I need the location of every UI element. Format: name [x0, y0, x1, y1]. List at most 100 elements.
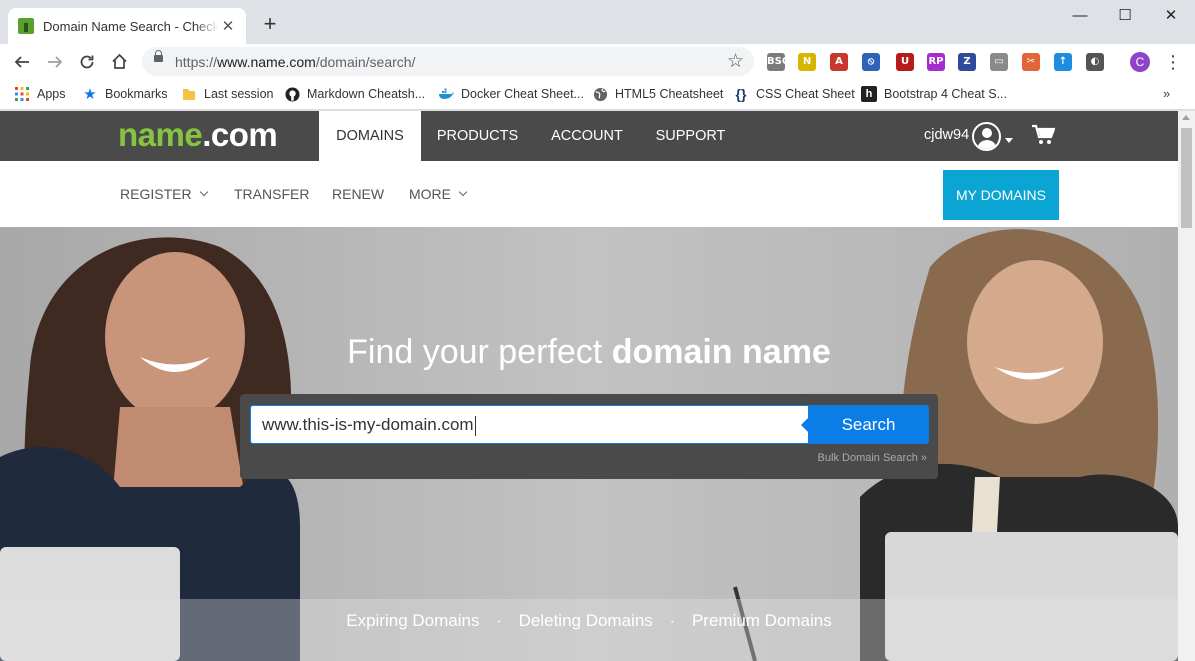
extension-icon[interactable]: ↑: [1054, 53, 1072, 71]
bookmark-bookmarks[interactable]: ★ Bookmarks: [82, 84, 168, 104]
hero-title: Find your perfect domain name: [347, 333, 831, 371]
docker-icon: [438, 86, 454, 102]
extension-icon[interactable]: ▭: [990, 53, 1008, 71]
globe-icon: [592, 86, 608, 102]
back-button[interactable]: [10, 50, 34, 74]
home-button[interactable]: [107, 50, 131, 74]
scrollbar-thumb[interactable]: [1181, 128, 1192, 228]
reload-button[interactable]: [75, 50, 99, 74]
bookmark-docker-cheat-sheet[interactable]: Docker Cheat Sheet...: [438, 84, 584, 104]
bookmark-css-cheat-sheet[interactable]: {} CSS Cheat Sheet: [733, 84, 855, 104]
my-domains-button[interactable]: MY DOMAINS: [943, 170, 1059, 220]
subnav-more[interactable]: MORE: [409, 186, 468, 202]
bookmarks-bar: Apps ★ Bookmarks Last session Markdown C…: [0, 80, 1195, 110]
bookmark-bootstrap-cheat-sheet[interactable]: h Bootstrap 4 Cheat S...: [861, 84, 1007, 104]
extension-icon[interactable]: N: [798, 53, 816, 71]
user-avatar-icon[interactable]: [972, 122, 1001, 151]
nav-domains[interactable]: DOMAINS: [319, 111, 421, 161]
page-scrollbar[interactable]: [1178, 111, 1195, 661]
name-com-favicon-icon: [18, 18, 34, 34]
address-bar[interactable]: https://www.name.com/domain/search/ ☆: [142, 47, 754, 76]
back-arrow-icon: [14, 56, 29, 68]
bookmark-label: Bookmarks: [105, 87, 168, 101]
bookmark-label: Docker Cheat Sheet...: [461, 87, 584, 101]
star-icon: ★: [83, 86, 97, 103]
bookmark-label: Last session: [204, 87, 274, 101]
bookmark-last-session[interactable]: Last session: [181, 84, 273, 104]
h-icon: h: [861, 86, 877, 102]
home-icon: [111, 53, 127, 69]
site-top-nav: name.com DOMAINS PRODUCTS ACCOUNT SUPPOR…: [0, 111, 1178, 161]
domain-list-links: Expiring Domains · Deleting Domains · Pr…: [0, 611, 1178, 631]
forward-button[interactable]: [43, 50, 67, 74]
extension-icon[interactable]: ◐: [1086, 53, 1104, 71]
username[interactable]: cjdw94: [924, 127, 969, 143]
apps-grid-icon: [14, 86, 30, 102]
lock-icon: [154, 50, 163, 62]
extension-icon[interactable]: RP: [927, 53, 945, 71]
text-cursor: [474, 415, 476, 436]
chrome-menu-icon[interactable]: ⋮: [1164, 50, 1182, 74]
name-com-logo[interactable]: name.com: [118, 116, 278, 154]
nav-products[interactable]: PRODUCTS: [421, 111, 534, 161]
premium-domains-link[interactable]: Premium Domains: [692, 611, 832, 630]
nav-support[interactable]: SUPPORT: [640, 111, 741, 161]
chevron-down-icon: [199, 187, 208, 197]
domains-sub-nav: REGISTER TRANSFER RENEW MORE MY DOMAINS: [0, 161, 1178, 227]
tab-title: Domain Name Search - Check Do: [43, 18, 219, 34]
github-icon: [284, 86, 300, 102]
deleting-domains-link[interactable]: Deleting Domains: [519, 611, 653, 630]
nav-account[interactable]: ACCOUNT: [534, 111, 640, 161]
browser-tab[interactable]: Domain Name Search - Check Do ✕: [8, 8, 246, 44]
tab-strip: Domain Name Search - Check Do ✕ + — ☐ ✕: [0, 0, 1195, 44]
domain-search-input[interactable]: www.this-is-my-domain.com: [250, 405, 810, 444]
bookmark-label: Apps: [37, 87, 66, 101]
extension-icon[interactable]: ✂: [1022, 53, 1040, 71]
bulk-domain-search-link[interactable]: Bulk Domain Search »: [818, 452, 927, 464]
subnav-more-label: MORE: [409, 186, 451, 202]
cart-icon[interactable]: [1031, 124, 1055, 146]
separator-dot: ·: [669, 611, 676, 630]
forward-arrow-icon: [48, 56, 63, 68]
extension-icon[interactable]: A: [830, 53, 848, 71]
subnav-transfer[interactable]: TRANSFER: [234, 186, 309, 202]
bookmark-apps[interactable]: Apps: [14, 84, 66, 104]
maximize-button[interactable]: ☐: [1102, 4, 1148, 28]
reload-icon: [80, 55, 94, 69]
minimize-button[interactable]: —: [1057, 4, 1103, 28]
domain-search-panel: www.this-is-my-domain.com Search Bulk Do…: [240, 394, 938, 479]
more-bookmarks-icon[interactable]: »: [1163, 86, 1170, 101]
chevron-down-icon: [458, 187, 468, 197]
close-window-button[interactable]: ✕: [1148, 4, 1194, 28]
subnav-transfer-label: TRANSFER: [234, 186, 310, 202]
bookmark-label: HTML5 Cheatsheet: [615, 87, 724, 101]
bookmark-markdown-cheatsheet[interactable]: Markdown Cheatsh...: [284, 84, 425, 104]
folder-icon: [181, 86, 197, 102]
extension-icon[interactable]: Z: [958, 53, 976, 71]
extension-icon[interactable]: ⦸: [862, 53, 880, 71]
account-caret-icon[interactable]: [1005, 138, 1013, 143]
browser-toolbar: https://www.name.com/domain/search/ ☆ BS…: [0, 44, 1195, 80]
separator-dot: ·: [496, 611, 502, 630]
bookmark-label: CSS Cheat Sheet: [756, 87, 855, 101]
new-tab-button[interactable]: +: [260, 12, 280, 36]
subnav-renew-label: RENEW: [332, 186, 385, 202]
expiring-domains-link[interactable]: Expiring Domains: [346, 611, 479, 630]
subnav-register[interactable]: REGISTER: [120, 186, 208, 202]
hero-banner: Find your perfect domain name www.this-i…: [0, 227, 1178, 661]
url-text: https://www.name.com/domain/search/: [175, 54, 416, 70]
bookmark-label: Bootstrap 4 Cheat S...: [884, 87, 1007, 101]
bookmark-html5-cheatsheet[interactable]: HTML5 Cheatsheet: [592, 84, 723, 104]
scroll-up-icon[interactable]: [1182, 115, 1190, 120]
search-button[interactable]: Search: [801, 405, 929, 444]
bookmark-label: Markdown Cheatsh...: [307, 87, 426, 101]
extension-icon[interactable]: U: [896, 53, 914, 71]
subnav-renew[interactable]: RENEW: [332, 186, 384, 202]
tab-close-icon[interactable]: ✕: [220, 17, 236, 35]
subnav-register-label: REGISTER: [120, 186, 192, 202]
web-page: name.com DOMAINS PRODUCTS ACCOUNT SUPPOR…: [0, 111, 1178, 661]
bookmark-star-icon[interactable]: ☆: [727, 50, 744, 73]
profile-avatar[interactable]: C: [1130, 52, 1150, 72]
braces-icon: {}: [735, 86, 747, 102]
extension-icon[interactable]: BSC: [767, 53, 789, 71]
